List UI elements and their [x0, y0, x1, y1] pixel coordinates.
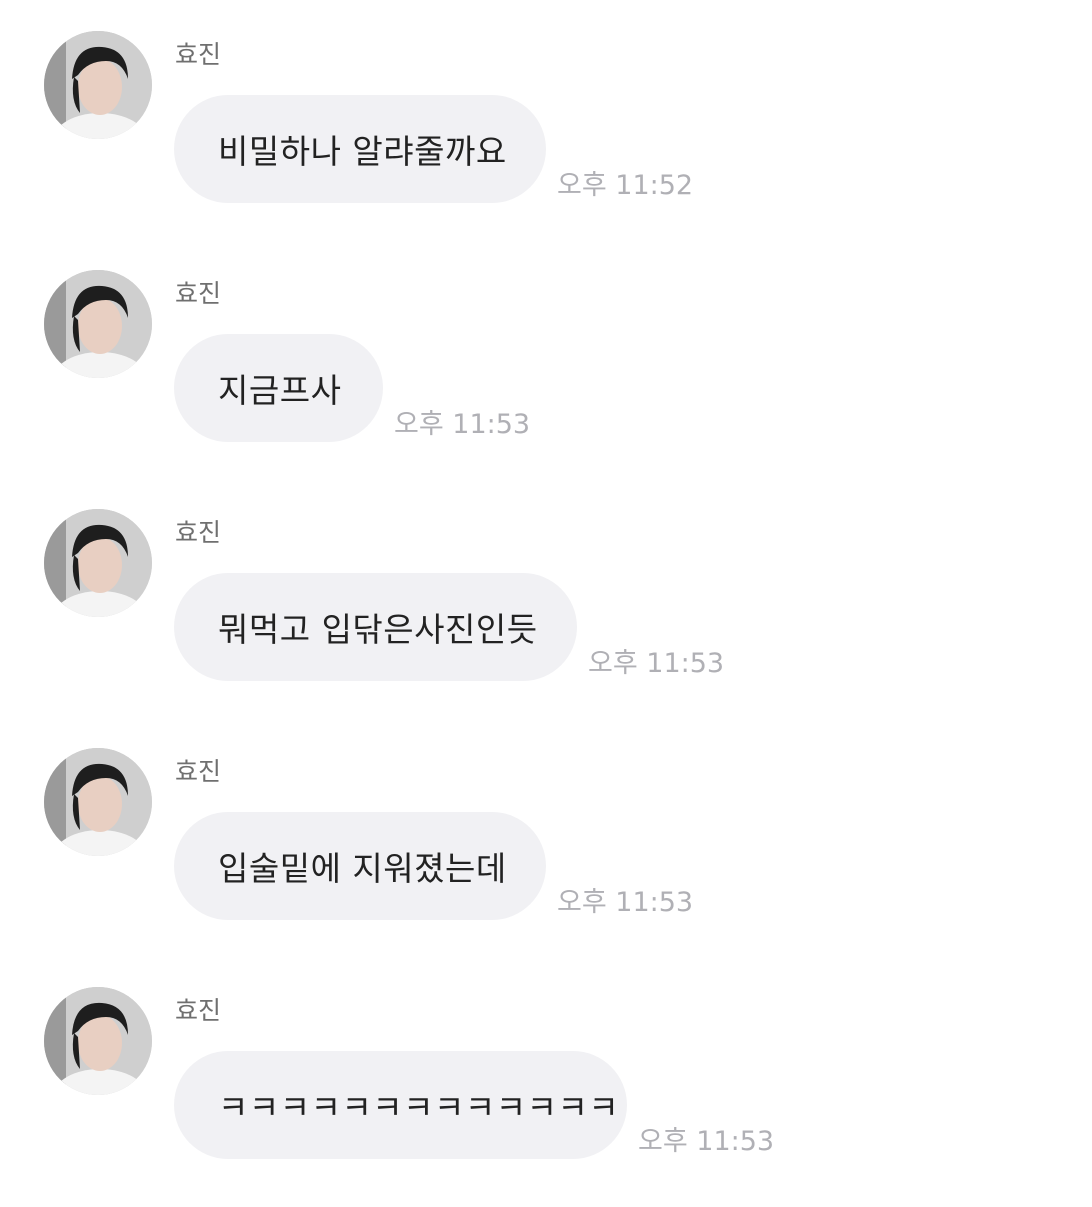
- sender-name: 효진: [175, 40, 222, 69]
- message-timestamp: 오후 11:52: [557, 170, 694, 201]
- avatar-photo-icon: [44, 987, 152, 1095]
- avatar-photo-icon: [44, 270, 152, 378]
- message-text: 지금프사: [218, 371, 342, 410]
- message-timestamp: 오후 11:53: [588, 648, 725, 679]
- message-bubble[interactable]: 지금프사: [174, 334, 383, 442]
- message-row: 효진 ㅋㅋㅋㅋㅋㅋㅋㅋㅋㅋㅋㅋㅋ 오후 11:53: [0, 987, 1092, 1207]
- avatar-photo-icon: [44, 31, 152, 139]
- message-text: 비밀하나 알랴줄까요: [218, 132, 507, 171]
- sender-avatar[interactable]: [44, 509, 152, 617]
- avatar-photo-icon: [44, 509, 152, 617]
- message-bubble[interactable]: ㅋㅋㅋㅋㅋㅋㅋㅋㅋㅋㅋㅋㅋ: [174, 1051, 627, 1159]
- sender-name: 효진: [175, 757, 222, 786]
- sender-avatar[interactable]: [44, 31, 152, 139]
- message-timestamp: 오후 11:53: [638, 1126, 775, 1157]
- message-text: 입술밑에 지워졌는데: [218, 849, 507, 888]
- message-timestamp: 오후 11:53: [394, 409, 531, 440]
- sender-avatar[interactable]: [44, 987, 152, 1095]
- message-bubble[interactable]: 입술밑에 지워졌는데: [174, 812, 546, 920]
- message-row: 효진 비밀하나 알랴줄까요 오후 11:52: [0, 31, 1092, 251]
- message-row: 효진 입술밑에 지워졌는데 오후 11:53: [0, 748, 1092, 968]
- message-row: 효진 지금프사 오후 11:53: [0, 270, 1092, 490]
- sender-avatar[interactable]: [44, 748, 152, 856]
- message-text: 뭐먹고 입닦은사진인듯: [218, 610, 538, 649]
- sender-avatar[interactable]: [44, 270, 152, 378]
- sender-name: 효진: [175, 279, 222, 308]
- chat-message-list: 효진 비밀하나 알랴줄까요 오후 11:52 효진 지금프사 오후 11:53: [0, 0, 1092, 1200]
- message-row: 효진 뭐먹고 입닦은사진인듯 오후 11:53: [0, 509, 1092, 729]
- message-bubble[interactable]: 뭐먹고 입닦은사진인듯: [174, 573, 577, 681]
- message-text: ㅋㅋㅋㅋㅋㅋㅋㅋㅋㅋㅋㅋㅋ: [218, 1088, 620, 1127]
- sender-name: 효진: [175, 996, 222, 1025]
- message-timestamp: 오후 11:53: [557, 887, 694, 918]
- avatar-photo-icon: [44, 748, 152, 856]
- message-bubble[interactable]: 비밀하나 알랴줄까요: [174, 95, 546, 203]
- sender-name: 효진: [175, 518, 222, 547]
